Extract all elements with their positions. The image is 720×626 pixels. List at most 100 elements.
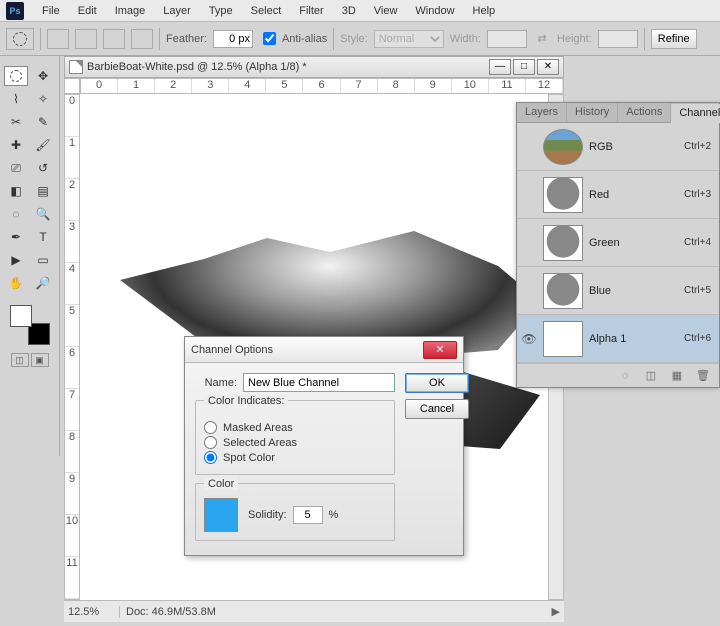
tool-move[interactable]: ✥ (31, 66, 55, 86)
status-menu-icon[interactable]: ▶ (548, 605, 564, 618)
tool-eraser[interactable]: ◧ (4, 181, 28, 201)
color-swatches[interactable] (10, 305, 50, 345)
menu-filter[interactable]: Filter (291, 2, 331, 20)
channel-row-alpha1[interactable]: 👁 Alpha 1 Ctrl+6 (517, 315, 719, 363)
delete-channel-icon[interactable]: 🗑 (695, 368, 711, 384)
tab-layers[interactable]: Layers (517, 103, 567, 122)
feather-label: Feather: (166, 33, 207, 45)
menu-file[interactable]: File (34, 2, 68, 20)
menu-3d[interactable]: 3D (334, 2, 364, 20)
tool-history-brush[interactable]: ↺ (31, 158, 55, 178)
visibility-toggle[interactable] (521, 283, 537, 299)
cancel-button[interactable]: Cancel (405, 399, 469, 419)
visibility-toggle[interactable] (521, 187, 537, 203)
menu-type[interactable]: Type (201, 2, 241, 20)
window-minimize-button[interactable]: — (489, 59, 511, 75)
menu-window[interactable]: Window (407, 2, 462, 20)
menu-layer[interactable]: Layer (155, 2, 199, 20)
visibility-toggle[interactable] (521, 235, 537, 251)
tool-blur[interactable]: ◌ (4, 204, 28, 224)
tool-stamp[interactable]: ⎚ (4, 158, 28, 178)
name-label: Name: (195, 377, 237, 389)
channel-list: RGB Ctrl+2 Red Ctrl+3 Green Ctrl+4 Blue … (517, 123, 719, 363)
foreground-swatch[interactable] (10, 305, 32, 327)
color-swatch[interactable] (204, 498, 238, 532)
tool-hand[interactable]: ✋ (4, 273, 28, 293)
selection-intersect-icon[interactable] (131, 29, 153, 49)
solidity-input[interactable] (293, 506, 323, 524)
tool-path-select[interactable]: ▶ (4, 250, 28, 270)
visibility-toggle[interactable] (521, 139, 537, 155)
refine-edge-button[interactable]: Refine (651, 29, 697, 49)
tab-actions[interactable]: Actions (618, 103, 671, 122)
menu-view[interactable]: View (366, 2, 406, 20)
screenmode-icon[interactable]: ▣ (31, 353, 49, 367)
channels-panel: Layers History Actions Channels ≡ RGB Ct… (516, 102, 720, 388)
dialog-titlebar[interactable]: Channel Options ✕ (185, 337, 463, 363)
channel-name: RGB (589, 141, 678, 153)
tool-marquee[interactable] (4, 66, 28, 86)
tool-dodge[interactable]: 🔍 (31, 204, 55, 224)
ruler-origin[interactable] (64, 78, 80, 94)
menu-bar: Ps File Edit Image Layer Type Select Fil… (0, 0, 720, 22)
tool-heal[interactable]: ✚ (4, 135, 28, 155)
tool-gradient[interactable]: ▤ (31, 181, 55, 201)
document-titlebar[interactable]: BarbieBoat-White.psd @ 12.5% (Alpha 1/8)… (64, 56, 564, 78)
save-selection-icon[interactable]: ◫ (643, 368, 659, 384)
tab-channels[interactable]: Channels (671, 104, 720, 123)
tool-eyedropper[interactable]: ✎ (31, 112, 55, 132)
channel-row-rgb[interactable]: RGB Ctrl+2 (517, 123, 719, 171)
menu-help[interactable]: Help (465, 2, 504, 20)
selection-subtract-icon[interactable] (103, 29, 125, 49)
radio-selected-areas[interactable]: Selected Areas (204, 436, 386, 449)
tab-history[interactable]: History (567, 103, 618, 122)
style-label: Style: (340, 33, 368, 45)
color-group: Color Solidity: % (195, 483, 395, 541)
tool-wand[interactable]: ✧ (31, 89, 55, 109)
antialias-checkbox[interactable] (263, 32, 276, 45)
style-select[interactable]: Normal (374, 30, 444, 48)
channel-shortcut: Ctrl+2 (684, 141, 715, 152)
color-indicates-label: Color Indicates: (204, 395, 288, 407)
channel-options-dialog: Channel Options ✕ Name: Color Indicates:… (184, 336, 464, 556)
tool-zoom[interactable]: 🔎 (31, 273, 55, 293)
ok-button[interactable]: OK (405, 373, 469, 393)
selection-add-icon[interactable] (75, 29, 97, 49)
status-doc-size[interactable]: Doc: 46.9M/53.8M (120, 606, 548, 618)
menu-image[interactable]: Image (107, 2, 154, 20)
channel-row-green[interactable]: Green Ctrl+4 (517, 219, 719, 267)
radio-masked-areas[interactable]: Masked Areas (204, 421, 386, 434)
tool-crop[interactable]: ✂ (4, 112, 28, 132)
status-zoom[interactable]: 12.5% (64, 606, 120, 618)
load-selection-icon[interactable]: ◌ (617, 368, 633, 384)
window-close-button[interactable]: ✕ (537, 59, 559, 75)
channel-shortcut: Ctrl+4 (684, 237, 715, 248)
selection-new-icon[interactable] (47, 29, 69, 49)
channel-row-red[interactable]: Red Ctrl+3 (517, 171, 719, 219)
new-channel-icon[interactable]: ▦ (669, 368, 685, 384)
channel-name: Red (589, 189, 678, 201)
channel-thumb-icon (543, 321, 583, 357)
window-maximize-button[interactable]: □ (513, 59, 535, 75)
channel-name-input[interactable] (243, 373, 395, 392)
tool-shape[interactable]: ▭ (31, 250, 55, 270)
menu-edit[interactable]: Edit (70, 2, 105, 20)
tool-lasso[interactable]: ⌇ (4, 89, 28, 109)
feather-input[interactable] (213, 30, 253, 48)
visibility-toggle[interactable]: 👁 (521, 331, 537, 347)
ruler-horizontal[interactable]: 0123456789101112 (80, 78, 564, 94)
options-bar: Feather: Anti-alias Style: Normal Width:… (0, 22, 720, 56)
tool-pen[interactable]: ✒ (4, 227, 28, 247)
quickmask-icon[interactable]: ◫ (11, 353, 29, 367)
tool-brush[interactable]: 🖌 (31, 135, 55, 155)
active-tool-icon[interactable] (6, 28, 34, 50)
solidity-percent: % (329, 509, 339, 521)
radio-spot-color[interactable]: Spot Color (204, 451, 386, 464)
ruler-vertical[interactable]: 01234567891011 (64, 94, 80, 600)
dialog-close-button[interactable]: ✕ (423, 341, 457, 359)
panel-tabs: Layers History Actions Channels ≡ (517, 103, 719, 123)
menu-select[interactable]: Select (243, 2, 290, 20)
channel-shortcut: Ctrl+5 (684, 285, 715, 296)
channel-row-blue[interactable]: Blue Ctrl+5 (517, 267, 719, 315)
tool-type[interactable]: T (31, 227, 55, 247)
